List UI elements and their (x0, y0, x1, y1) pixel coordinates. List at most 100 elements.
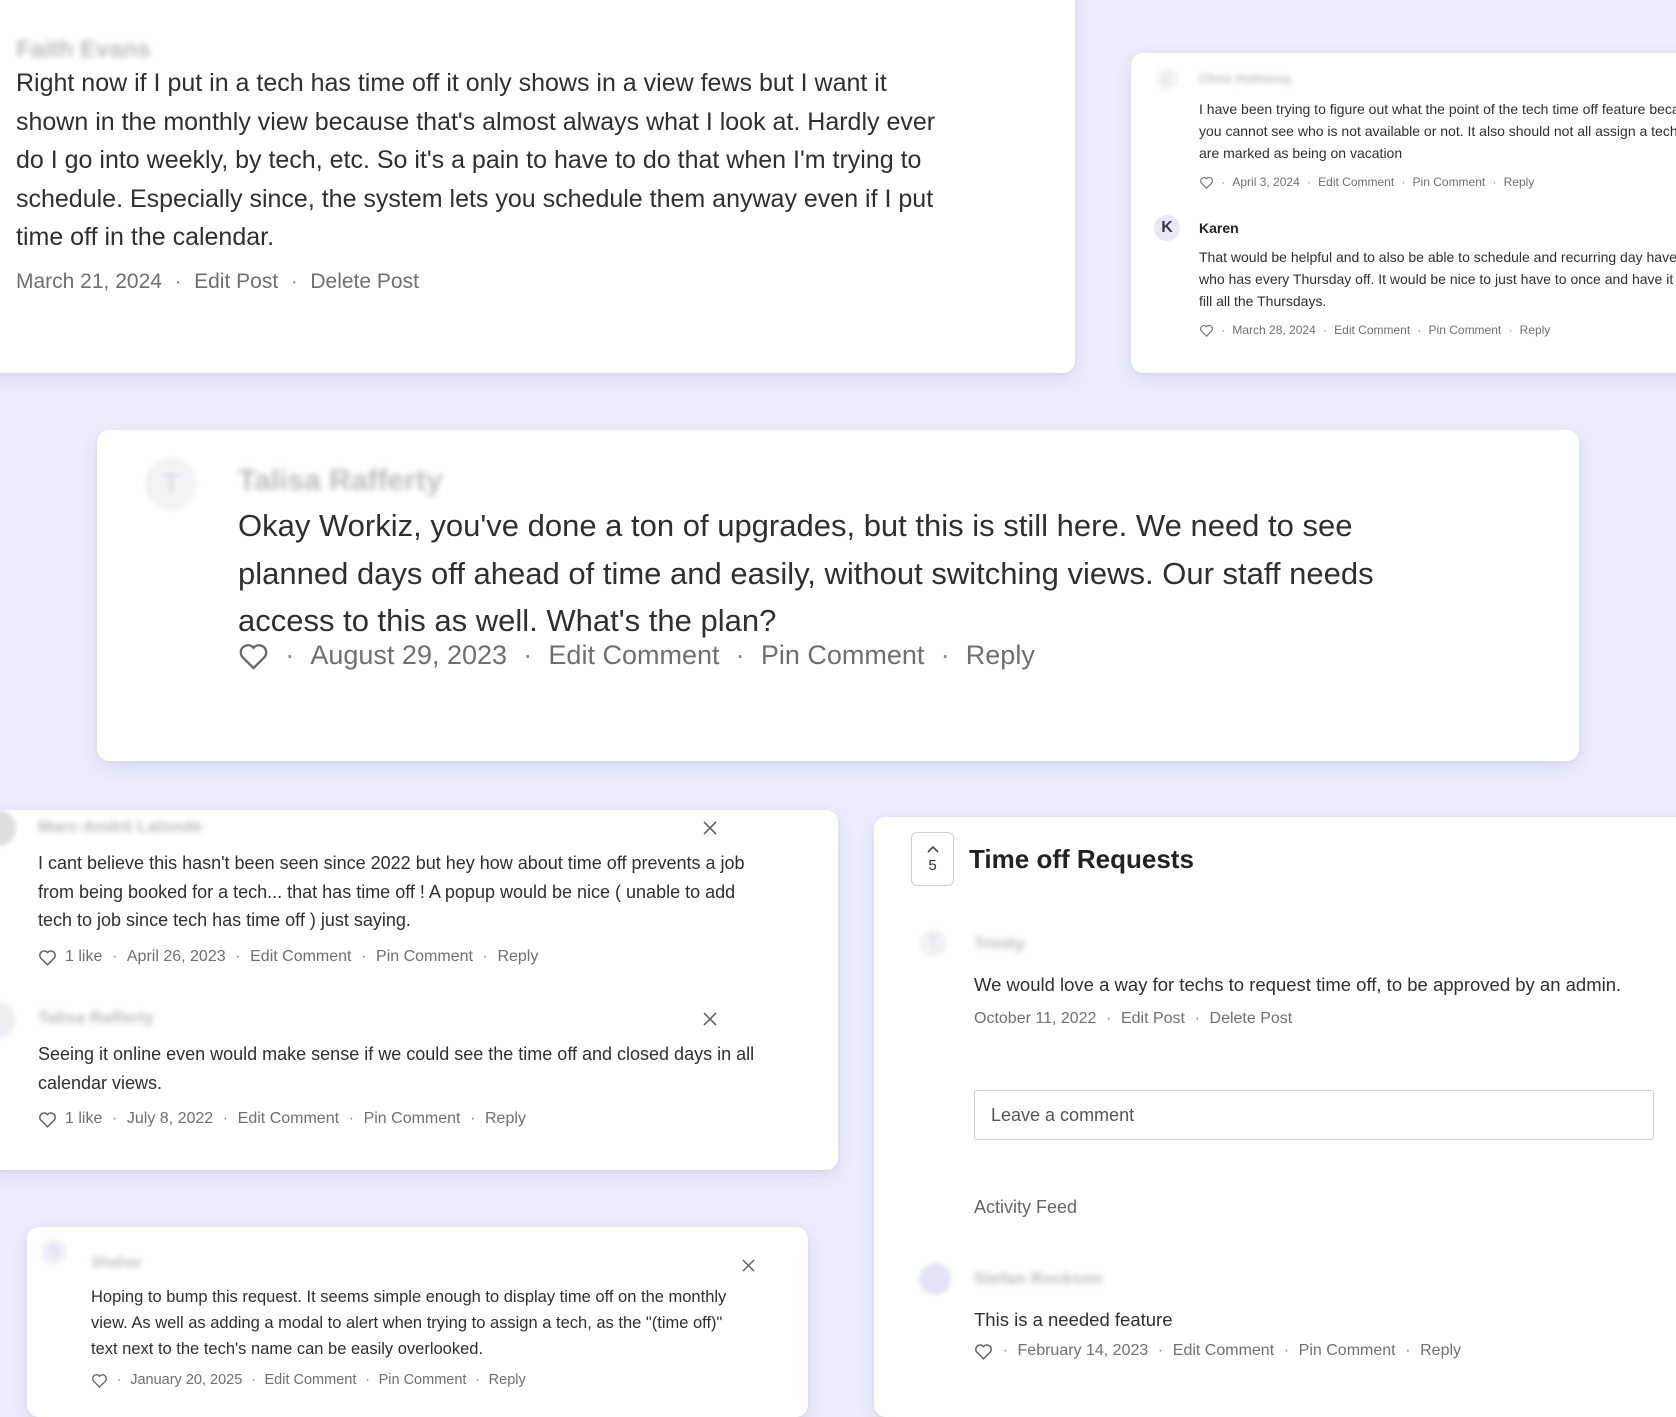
comment-body: I cant believe this hasn't been seen sin… (38, 853, 745, 930)
post-meta: March 21, 2024 · Edit Post · Delete Post (16, 270, 419, 294)
upvote-button[interactable]: 5 (911, 832, 954, 886)
avatar (919, 1263, 951, 1295)
heart-icon[interactable] (91, 1373, 108, 1388)
pin-comment-link[interactable]: Pin Comment (364, 1110, 461, 1128)
edit-comment-link[interactable]: Edit Comment (548, 640, 719, 671)
reply-link[interactable]: Reply (1504, 175, 1535, 189)
comment-card-bottom-left: S Shahar Hoping to bump this request. It… (27, 1227, 808, 1417)
like-count: 1 like (65, 948, 103, 965)
reply-link[interactable]: Reply (1520, 323, 1551, 337)
separator: · (1221, 175, 1226, 189)
edit-comment-link[interactable]: Edit Comment (1173, 1342, 1274, 1360)
close-icon[interactable] (702, 820, 718, 836)
post-card-top: Faith Evans Right now if I put in a tech… (0, 0, 1075, 373)
comment-meta: 1 like · April 26, 2023 · Edit Comment ·… (38, 948, 538, 966)
edit-post-link[interactable]: Edit Post (194, 270, 278, 294)
delete-post-link[interactable]: Delete Post (1210, 1010, 1293, 1028)
post-date: March 21, 2024 (16, 270, 162, 293)
separator: · (250, 1372, 256, 1388)
avatar: T (919, 929, 947, 957)
comment-date: April 3, 2024 (1232, 175, 1300, 189)
separator: · (523, 640, 533, 670)
pin-comment-link[interactable]: Pin Comment (761, 640, 925, 671)
avatar: S (41, 1239, 67, 1265)
avatar (0, 1002, 16, 1038)
reply-link[interactable]: Reply (485, 1110, 526, 1128)
comments-card-top-right: C Chris Holmesq I have been trying to fi… (1131, 53, 1676, 373)
close-icon[interactable] (702, 1011, 718, 1027)
comment-date: January 20, 2025 (130, 1372, 243, 1388)
comment-body: I have been trying to figure out what th… (1199, 101, 1676, 161)
chevron-up-icon (926, 845, 939, 853)
comment-date: August 29, 2023 (310, 640, 508, 670)
close-icon[interactable] (741, 1258, 756, 1273)
comment-body: This is a needed feature (974, 1309, 1173, 1330)
post-body: Right now if I put in a tech has time of… (16, 69, 936, 251)
reply-link[interactable]: Reply (497, 948, 538, 966)
separator: · (285, 640, 295, 670)
heart-icon[interactable] (38, 1111, 57, 1128)
comment-meta: · April 3, 2024 · Edit Comment · Pin Com… (1199, 175, 1534, 189)
avatar (0, 810, 16, 846)
separator: · (116, 1372, 122, 1388)
separator: · (1405, 1342, 1411, 1359)
request-title: Time off Requests (969, 844, 1194, 874)
separator: · (111, 1110, 118, 1127)
separator: · (940, 640, 950, 670)
comment-date: February 14, 2023 (1017, 1342, 1149, 1359)
edit-comment-link[interactable]: Edit Comment (1318, 175, 1394, 189)
separator: · (1401, 175, 1406, 189)
separator: · (1194, 1010, 1200, 1027)
pin-comment-link[interactable]: Pin Comment (376, 948, 473, 966)
comment-meta: · February 14, 2023 · Edit Comment · Pin… (974, 1342, 1461, 1360)
heart-icon[interactable] (1199, 176, 1214, 189)
heart-icon[interactable] (1199, 324, 1214, 337)
edit-comment-link[interactable]: Edit Comment (265, 1372, 357, 1388)
comment-date: March 28, 2024 (1232, 323, 1316, 337)
comment-author: Shahar (91, 1254, 142, 1271)
reply-link[interactable]: Reply (966, 640, 1035, 671)
avatar: K (1154, 215, 1180, 241)
edit-post-link[interactable]: Edit Post (1121, 1010, 1185, 1028)
separator: · (174, 270, 182, 293)
post-author: Faith Evans (16, 36, 151, 63)
separator: · (235, 948, 241, 965)
edit-comment-link[interactable]: Edit Comment (1334, 323, 1410, 337)
comment-meta: · January 20, 2025 · Edit Comment · Pin … (91, 1372, 526, 1388)
pin-comment-link[interactable]: Pin Comment (379, 1372, 467, 1388)
reply-link[interactable]: Reply (489, 1372, 526, 1388)
edit-comment-link[interactable]: Edit Comment (250, 948, 351, 966)
heart-icon[interactable] (238, 642, 269, 670)
post-body: We would love a way for techs to request… (974, 974, 1622, 995)
pin-comment-link[interactable]: Pin Comment (1299, 1342, 1396, 1360)
request-panel: 5 Time off Requests T Trinity We would l… (874, 817, 1676, 1417)
heart-icon[interactable] (38, 949, 57, 966)
separator: · (1492, 175, 1497, 189)
separator: · (1106, 1010, 1112, 1027)
comment-meta: · March 28, 2024 · Edit Comment · Pin Co… (1199, 323, 1550, 337)
like-count: 1 like (65, 1110, 103, 1127)
comment-date: April 26, 2023 (126, 948, 226, 965)
pin-comment-link[interactable]: Pin Comment (1429, 323, 1502, 337)
heart-icon[interactable] (974, 1343, 993, 1360)
separator: · (475, 1372, 480, 1388)
vote-count: 5 (928, 856, 937, 874)
separator: · (365, 1372, 370, 1388)
avatar: C (1156, 68, 1178, 90)
edit-comment-link[interactable]: Edit Comment (238, 1110, 339, 1128)
separator: · (1157, 1342, 1164, 1359)
separator: · (1306, 175, 1311, 189)
pin-comment-link[interactable]: Pin Comment (1413, 175, 1486, 189)
reply-link[interactable]: Reply (1420, 1342, 1461, 1360)
comment-author: Chris Holmesq (1199, 71, 1291, 86)
separator: · (1283, 1342, 1290, 1359)
separator: · (348, 1110, 354, 1127)
separator: · (1221, 323, 1226, 337)
comments-card-left: Marc-André Lalonde I cant believe this h… (0, 810, 838, 1170)
comment-author: Marc-André Lalonde (38, 817, 203, 836)
avatar: T (145, 458, 197, 510)
delete-post-link[interactable]: Delete Post (310, 270, 419, 294)
comment-input[interactable] (974, 1090, 1654, 1140)
post-meta: October 11, 2022 · Edit Post · Delete Po… (974, 1010, 1292, 1028)
separator: · (735, 640, 745, 670)
